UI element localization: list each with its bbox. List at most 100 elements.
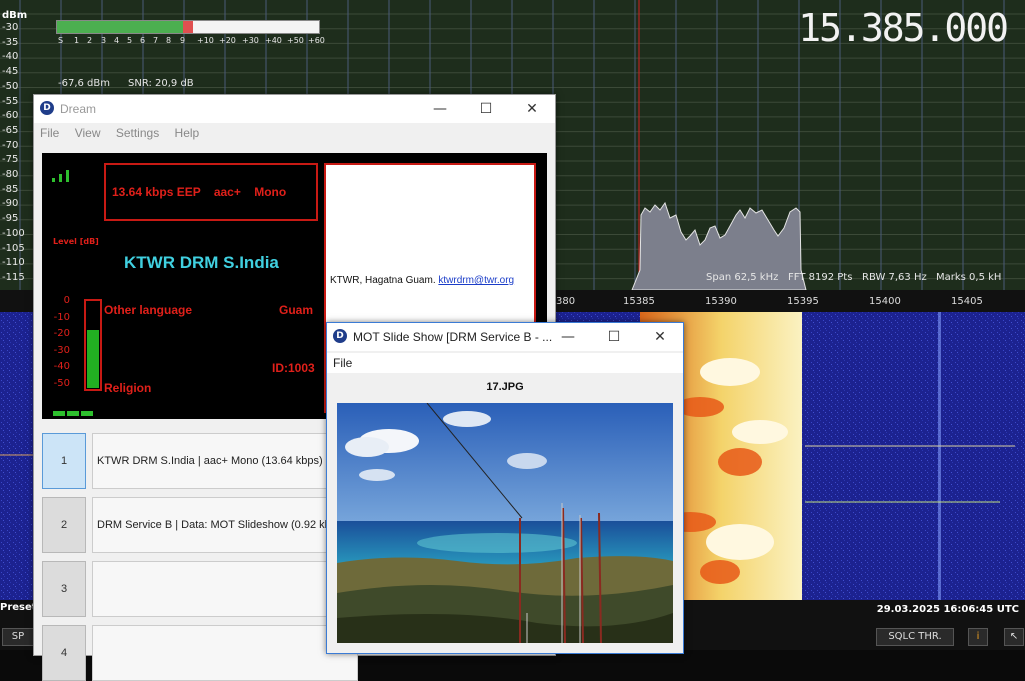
- mot-app-icon: D: [333, 329, 347, 343]
- mot-maximize-button[interactable]: ☐: [591, 323, 637, 351]
- level-tick-label: -50: [53, 378, 70, 389]
- service-row[interactable]: 2 DRM Service B | Data: MOT Slideshow (0.…: [42, 495, 358, 553]
- menu-settings[interactable]: Settings: [110, 123, 165, 140]
- text-message: KTWR, Hagatna Guam.: [330, 275, 436, 286]
- db-tick-label: -85: [2, 183, 19, 195]
- freq-tick-label: 15400: [869, 296, 901, 307]
- snr-readout: SNR: 20,9 dB: [128, 78, 194, 89]
- slideshow-image: [337, 403, 673, 643]
- db-tick-label: -110: [2, 257, 25, 269]
- image-filename: 17.JPG: [486, 381, 524, 393]
- menu-help[interactable]: Help: [169, 123, 206, 140]
- dream-app-icon: D: [40, 101, 54, 115]
- service-label: [92, 625, 358, 681]
- dream-titlebar[interactable]: D Dream — ☐ ✕: [34, 95, 555, 123]
- service-row[interactable]: 1 KTWR DRM S.India | aac+ Mono (13.64 kbp…: [42, 431, 358, 489]
- s-meter-tick: 7: [153, 36, 159, 45]
- cursor-button[interactable]: ↖: [1004, 628, 1024, 646]
- s-meter-tick: 3: [101, 36, 107, 45]
- db-tick-label: -80: [2, 169, 19, 180]
- s-meter-tick: 5: [127, 36, 133, 45]
- fft-readout: FFT 8192 Pts: [788, 272, 853, 283]
- db-tick-label: -105: [2, 242, 25, 254]
- sqlc-threshold-button[interactable]: SQLC THR.: [876, 628, 954, 646]
- menu-file[interactable]: File: [34, 123, 65, 140]
- db-tick-label: -35: [2, 36, 19, 48]
- menu-view[interactable]: View: [69, 123, 107, 140]
- db-tick-label: -75: [2, 154, 19, 166]
- mot-close-button[interactable]: ✕: [637, 323, 683, 351]
- s-meter-tick: +50: [287, 36, 304, 45]
- level-tick-label: -40: [53, 361, 70, 373]
- service-row[interactable]: 3: [42, 559, 358, 617]
- freq-tick-label: 15395: [787, 296, 819, 307]
- freq-tick-label: 15390: [705, 296, 737, 307]
- mot-title: MOT Slide Show [DRM Service B - ...: [353, 330, 553, 344]
- sp-button[interactable]: SP: [2, 628, 34, 646]
- audio-level-meter: [84, 299, 102, 391]
- db-tick-label: -55: [2, 95, 19, 107]
- freq-tick-label: 15405: [951, 296, 983, 307]
- mot-titlebar[interactable]: D MOT Slide Show [DRM Service B - ... — …: [327, 323, 683, 351]
- db-tick-label: -30: [2, 22, 19, 33]
- db-tick-label: -50: [2, 80, 19, 92]
- service-row[interactable]: 4: [42, 623, 358, 681]
- dream-title: Dream: [60, 102, 97, 116]
- db-unit: dBm: [2, 10, 28, 21]
- station-name: KTWR DRM S.India: [124, 253, 279, 272]
- service-select-button[interactable]: 4: [42, 625, 86, 681]
- span-readout: Span 62,5 kHz: [706, 272, 779, 283]
- country-label: Guam: [279, 303, 314, 317]
- db-tick-label: -115: [2, 271, 25, 283]
- s-meter-tick: S: [58, 36, 64, 45]
- s-meter-tick: +40: [265, 36, 282, 45]
- mot-window: D MOT Slide Show [DRM Service B - ... — …: [326, 322, 684, 654]
- service-label: DRM Service B | Data: MOT Slideshow (0.9…: [92, 497, 358, 553]
- level-tick-label: 0: [63, 295, 70, 306]
- signal-bars-icon: [52, 167, 69, 186]
- program-type: Religion: [104, 381, 152, 395]
- db-tick-label: -45: [2, 66, 19, 78]
- datetime-readout: 29.03.2025 16:06:45 UTC: [876, 604, 1019, 615]
- mot-minimize-button[interactable]: —: [545, 323, 591, 351]
- codec-box: 13.64 kbps EEP aac+ Mono: [104, 163, 318, 221]
- language-label: Other language: [104, 303, 193, 317]
- service-select-button[interactable]: 3: [42, 561, 86, 617]
- s-meter-tick: 6: [140, 36, 146, 45]
- codec-info: 13.64 kbps EEP aac+ Mono: [112, 185, 287, 199]
- rbw-readout: RBW 7,63 Hz: [862, 272, 927, 283]
- service-label: KTWR DRM S.India | aac+ Mono (13.64 kbps…: [92, 433, 358, 489]
- maximize-button[interactable]: ☐: [463, 95, 509, 123]
- s-meter-tick: 9: [180, 36, 186, 45]
- close-button[interactable]: ✕: [509, 95, 555, 123]
- level-tick-label: -30: [53, 344, 70, 356]
- s-meter-tick: +10: [197, 36, 214, 45]
- freq-tick-label: 15385: [623, 296, 655, 307]
- s-meter-tick: 4: [114, 36, 120, 45]
- db-tick-label: -65: [2, 124, 19, 136]
- level-tick-label: -10: [53, 311, 70, 323]
- email-link[interactable]: ktwrdrm@twr.org: [438, 275, 514, 286]
- s-meter-tick: 8: [166, 36, 172, 45]
- frequency-display[interactable]: 15.385.000: [798, 6, 1009, 50]
- info-button[interactable]: i: [968, 628, 988, 646]
- service-select-button[interactable]: 2: [42, 497, 86, 553]
- service-select-button[interactable]: 1: [42, 433, 86, 489]
- level-tick-label: -20: [53, 328, 70, 340]
- preset-label[interactable]: Preset: [0, 602, 37, 613]
- db-tick-label: -95: [2, 213, 19, 225]
- db-tick-label: -60: [2, 110, 19, 122]
- db-tick-label: -90: [2, 198, 19, 210]
- s-meter-tick: 1: [74, 36, 80, 45]
- s-meter-tick: +30: [242, 36, 259, 45]
- db-tick-label: -100: [2, 227, 25, 239]
- s-meter-tick: +20: [219, 36, 236, 45]
- freq-tick-label: 380: [556, 296, 576, 307]
- mot-menubar: File: [327, 353, 683, 373]
- mot-menu-file[interactable]: File: [327, 353, 358, 370]
- minimize-button[interactable]: —: [417, 95, 463, 123]
- marks-readout: Marks 0,5 kH: [936, 272, 1002, 283]
- s-meter: [56, 20, 320, 34]
- db-tick-label: -70: [2, 139, 19, 151]
- service-label: [92, 561, 358, 617]
